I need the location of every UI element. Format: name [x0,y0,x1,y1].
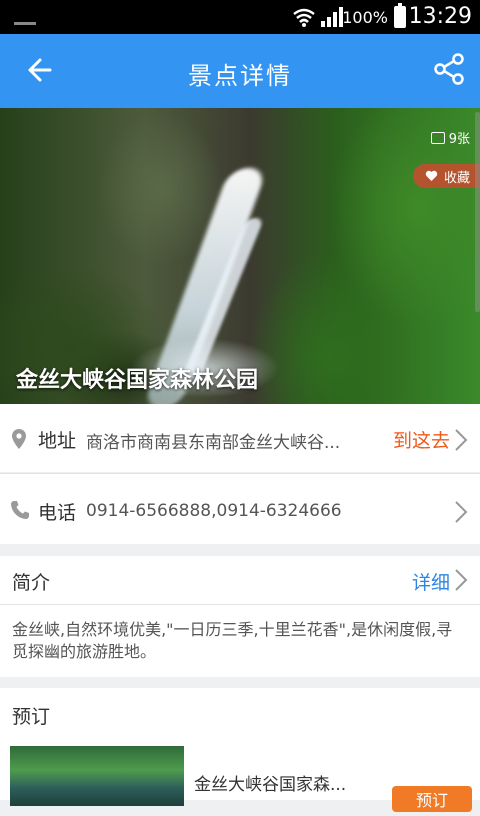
address-value: 商洛市商南县东南部金丝大峡谷... [86,433,341,453]
photo-count-badge[interactable]: 9张 [430,128,470,147]
notification-icon [14,22,36,25]
location-pin-icon [12,429,26,449]
book-button[interactable]: 预订 [392,786,472,812]
intro-text: 金丝峡,自然环境优美,"一日历三季,十里兰花香",是休闲度假,寻觅探幽的旅游胜地… [12,620,453,661]
signal-icon [321,7,343,27]
battery-percent: 100% [342,8,388,27]
image-icon [430,131,445,144]
heart-icon [425,170,438,181]
phone-value: 0914-6566888,0914-6324666 [86,501,342,521]
chevron-right-icon[interactable] [454,568,468,592]
phone-icon [11,501,29,519]
address-label: 地址 [38,430,77,452]
booking-title: 预订 [12,706,51,728]
booking-thumbnail[interactable] [10,746,184,806]
intro-title: 简介 [12,572,51,594]
intro-header[interactable]: 简介 详细 [0,556,480,604]
attraction-photo[interactable]: 9张 收藏 金丝大峡谷国家森林公园 [0,108,480,404]
scrollbar[interactable] [475,112,480,312]
intro-body: 金丝峡,自然环境优美,"一日历三季,十里兰花香",是休闲度假,寻觅探幽的旅游胜地… [0,605,480,677]
page-title: 景点详情 [188,62,292,90]
phone-label: 电话 [38,502,77,524]
booking-section: 预订 金丝大峡谷国家森... [0,688,480,806]
wifi-icon [293,8,315,27]
favorite-label: 收藏 [443,170,470,186]
status-bar: 100% 13:29 [0,0,480,34]
booking-product-name[interactable]: 金丝大峡谷国家森... [194,770,346,795]
navigate-link[interactable]: 到这去 [393,426,450,453]
chevron-right-icon[interactable] [454,500,468,524]
attraction-name: 金丝大峡谷国家森林公园 [16,368,259,393]
chevron-right-icon[interactable] [454,428,468,452]
phone-row[interactable]: 电话 0914-6566888,0914-6324666 [0,474,480,544]
battery-icon [394,3,406,28]
address-row[interactable]: 地址 商洛市商南县东南部金丝大峡谷... 到这去 [0,404,480,472]
clock: 13:29 [408,4,472,29]
intro-detail-link[interactable]: 详细 [412,568,450,595]
share-icon[interactable] [432,52,466,86]
favorite-button[interactable]: 收藏 [412,164,480,188]
photo-count: 9张 [448,132,470,147]
app-header: 景点详情 [0,34,480,108]
